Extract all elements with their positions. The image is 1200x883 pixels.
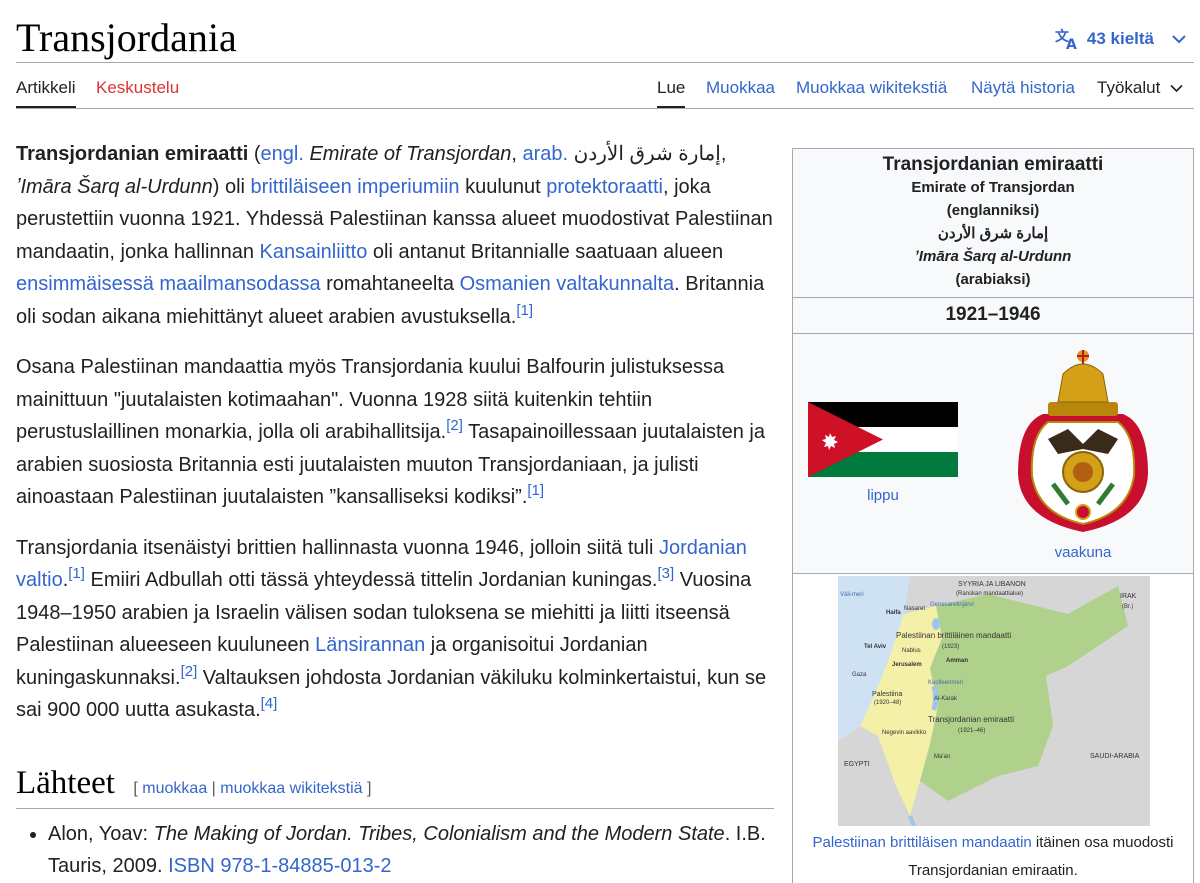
chevron-down-icon bbox=[1172, 34, 1186, 44]
ref-3[interactable]: [3] bbox=[658, 565, 675, 582]
map-caption: Palestiinan brittiläisen mandaatin itäin… bbox=[812, 834, 1174, 879]
map-image[interactable]: SYYRIA JA LIBANON (Ranskan mandaattialue… bbox=[838, 576, 1150, 826]
section-edit-source-link[interactable]: muokkaa wikitekstiä bbox=[220, 780, 362, 797]
infobox-english-name: Emirate of Transjordan bbox=[911, 179, 1075, 196]
link-ottoman-empire[interactable]: Osmanien valtakunnalta bbox=[460, 273, 675, 295]
map-label-jerusalem: Jerusalem bbox=[892, 662, 922, 668]
link-english[interactable]: engl. bbox=[261, 143, 304, 165]
section-title: Lähteet bbox=[16, 765, 115, 801]
link-british-empire[interactable]: brittiläiseen imperiumiin bbox=[251, 176, 460, 198]
flag-image[interactable] bbox=[808, 402, 958, 477]
map-label-lake: Genesaretinjärvi bbox=[930, 602, 974, 608]
sources-heading: Lähteet [ muokkaa | muokkaa wikitekstiä … bbox=[16, 763, 774, 809]
translate-icon: 文A bbox=[1055, 28, 1079, 50]
infobox-years: 1921–1946 bbox=[793, 298, 1193, 334]
tab-edit-source[interactable]: Muokkaa wikitekstiä bbox=[796, 78, 947, 106]
map-label-syria-sub: (Ranskan mandaattialue) bbox=[956, 591, 1023, 597]
coat-of-arms-caption-link[interactable]: vaakuna bbox=[1005, 544, 1161, 561]
flag-caption-link[interactable]: lippu bbox=[808, 487, 958, 504]
link-league-of-nations[interactable]: Kansainliitto bbox=[260, 241, 368, 263]
map-label-maan: Ma'an bbox=[934, 754, 950, 760]
svg-text:A: A bbox=[1066, 37, 1077, 50]
map-label-gaza: Gaza bbox=[852, 672, 867, 678]
map-label-emirate: Transjordanian emiraatti bbox=[928, 715, 1014, 724]
tab-history[interactable]: Näytä historia bbox=[971, 78, 1075, 106]
paragraph-intro: Transjordanian emiraatti (engl. Emirate … bbox=[16, 143, 773, 328]
section-edit-link[interactable]: muokkaa bbox=[142, 780, 207, 797]
infobox: Transjordanian emiraatti Emirate of Tran… bbox=[792, 148, 1194, 883]
map-label-iraq: IRAK bbox=[1120, 593, 1137, 600]
map-label-sea: Väli-meri bbox=[840, 592, 864, 598]
ref-1[interactable]: [1] bbox=[516, 302, 533, 319]
infobox-english-note: (englanniksi) bbox=[946, 202, 1040, 219]
ref-1[interactable]: [1] bbox=[527, 482, 544, 499]
flag-figure: lippu bbox=[808, 402, 958, 504]
link-west-bank[interactable]: Länsirannan bbox=[315, 634, 425, 656]
map-label-negev: Negevin aavikko bbox=[882, 730, 927, 736]
map-caption-link[interactable]: Palestiinan brittiläisen mandaatin bbox=[812, 834, 1031, 851]
section-edit-links: [ muokkaa | muokkaa wikitekstiä ] bbox=[133, 780, 372, 797]
page-tabs: Artikkeli Keskustelu Lue Muokkaa Muokkaa… bbox=[16, 76, 1194, 109]
map-label-deadsea: Kuolleenmeri bbox=[928, 680, 963, 686]
map-label-amman: Amman bbox=[946, 658, 968, 664]
map-label-nazareth: Nasaret bbox=[904, 606, 925, 612]
ref-2[interactable]: [2] bbox=[446, 417, 463, 434]
infobox-map: SYYRIA JA LIBANON (Ranskan mandaattialue… bbox=[793, 574, 1193, 883]
map-label-telaviv: Tel Aviv bbox=[864, 644, 887, 650]
english-name: Emirate of Transjordan bbox=[309, 143, 512, 165]
infobox-symbols: lippu vaakuna bbox=[793, 334, 1193, 574]
paragraph-mandate: Osana Palestiinan mandaattia myös Transj… bbox=[16, 356, 765, 508]
link-protectorate[interactable]: protektoraatti bbox=[546, 176, 663, 198]
article-body: Transjordanian emiraatti (engl. Emirate … bbox=[16, 138, 778, 745]
tab-read[interactable]: Lue bbox=[657, 78, 686, 108]
map-label-haifa: Haifa bbox=[886, 610, 901, 616]
title-divider bbox=[16, 62, 1194, 63]
tab-edit[interactable]: Muokkaa bbox=[706, 78, 775, 106]
tab-article[interactable]: Artikkeli bbox=[16, 78, 76, 108]
infobox-arabic-translit: ʼImāra Šarq al-Urdunn bbox=[914, 248, 1072, 265]
infobox-header: Transjordanian emiraatti Emirate of Tran… bbox=[793, 149, 1193, 298]
article-subject: Transjordanian emiraatti bbox=[16, 143, 249, 165]
map-label-palestine-sub: (1920–48) bbox=[874, 700, 901, 706]
language-button[interactable]: 文A 43 kieltä bbox=[1055, 28, 1186, 50]
map-label-mandate-sub: (1923) bbox=[942, 644, 959, 650]
language-count: 43 kieltä bbox=[1086, 29, 1154, 48]
map-label-saudi: SAUDI-ARABIA bbox=[1090, 753, 1140, 760]
map-label-syria: SYYRIA JA LIBANON bbox=[958, 581, 1026, 588]
ref-1[interactable]: [1] bbox=[68, 565, 85, 582]
map-label-emirate-sub: (1921–46) bbox=[958, 728, 985, 734]
tab-talk[interactable]: Keskustelu bbox=[96, 78, 179, 106]
link-arabic[interactable]: arab. bbox=[523, 143, 569, 165]
infobox-arabic-note: (arabiaksi) bbox=[955, 271, 1031, 288]
map-label-mandate: Palestiinan brittiläinen mandaatti bbox=[896, 631, 1011, 640]
chevron-down-icon bbox=[1170, 84, 1183, 93]
map-label-nablus: Nablus bbox=[902, 648, 921, 654]
sources-list: Alon, Yoav: The Making of Jordan. Tribes… bbox=[48, 818, 778, 882]
page-title: Transjordania bbox=[16, 15, 237, 60]
arabic-transliteration: ʼImāra Šarq al-Urdunn bbox=[16, 175, 213, 198]
coat-of-arms-image[interactable] bbox=[1008, 344, 1158, 534]
map-label-palestine: Palestiina bbox=[872, 691, 902, 698]
paragraph-independence: Transjordania itsenäistyi brittien halli… bbox=[16, 536, 767, 722]
infobox-arabic-name: إمارة شرق الأردن bbox=[937, 225, 1049, 242]
tab-tools[interactable]: Työkalut bbox=[1097, 78, 1183, 106]
map-label-egypt: EGYPTI bbox=[844, 761, 870, 768]
ref-4[interactable]: [4] bbox=[261, 695, 278, 712]
link-world-war-1[interactable]: ensimmäisessä maailmansodassa bbox=[16, 273, 321, 295]
isbn-link[interactable]: ISBN 978-1-84885-013-2 bbox=[168, 855, 391, 877]
coat-of-arms-figure: vaakuna bbox=[1005, 344, 1161, 561]
map-label-alkarak: Al-Karak bbox=[934, 696, 958, 702]
ref-2[interactable]: [2] bbox=[181, 663, 198, 680]
infobox-title: Transjordanian emiraatti bbox=[882, 154, 1104, 175]
list-item: Alon, Yoav: The Making of Jordan. Tribes… bbox=[48, 818, 778, 882]
map-label-iraq-sub: (Br.) bbox=[1122, 604, 1133, 610]
